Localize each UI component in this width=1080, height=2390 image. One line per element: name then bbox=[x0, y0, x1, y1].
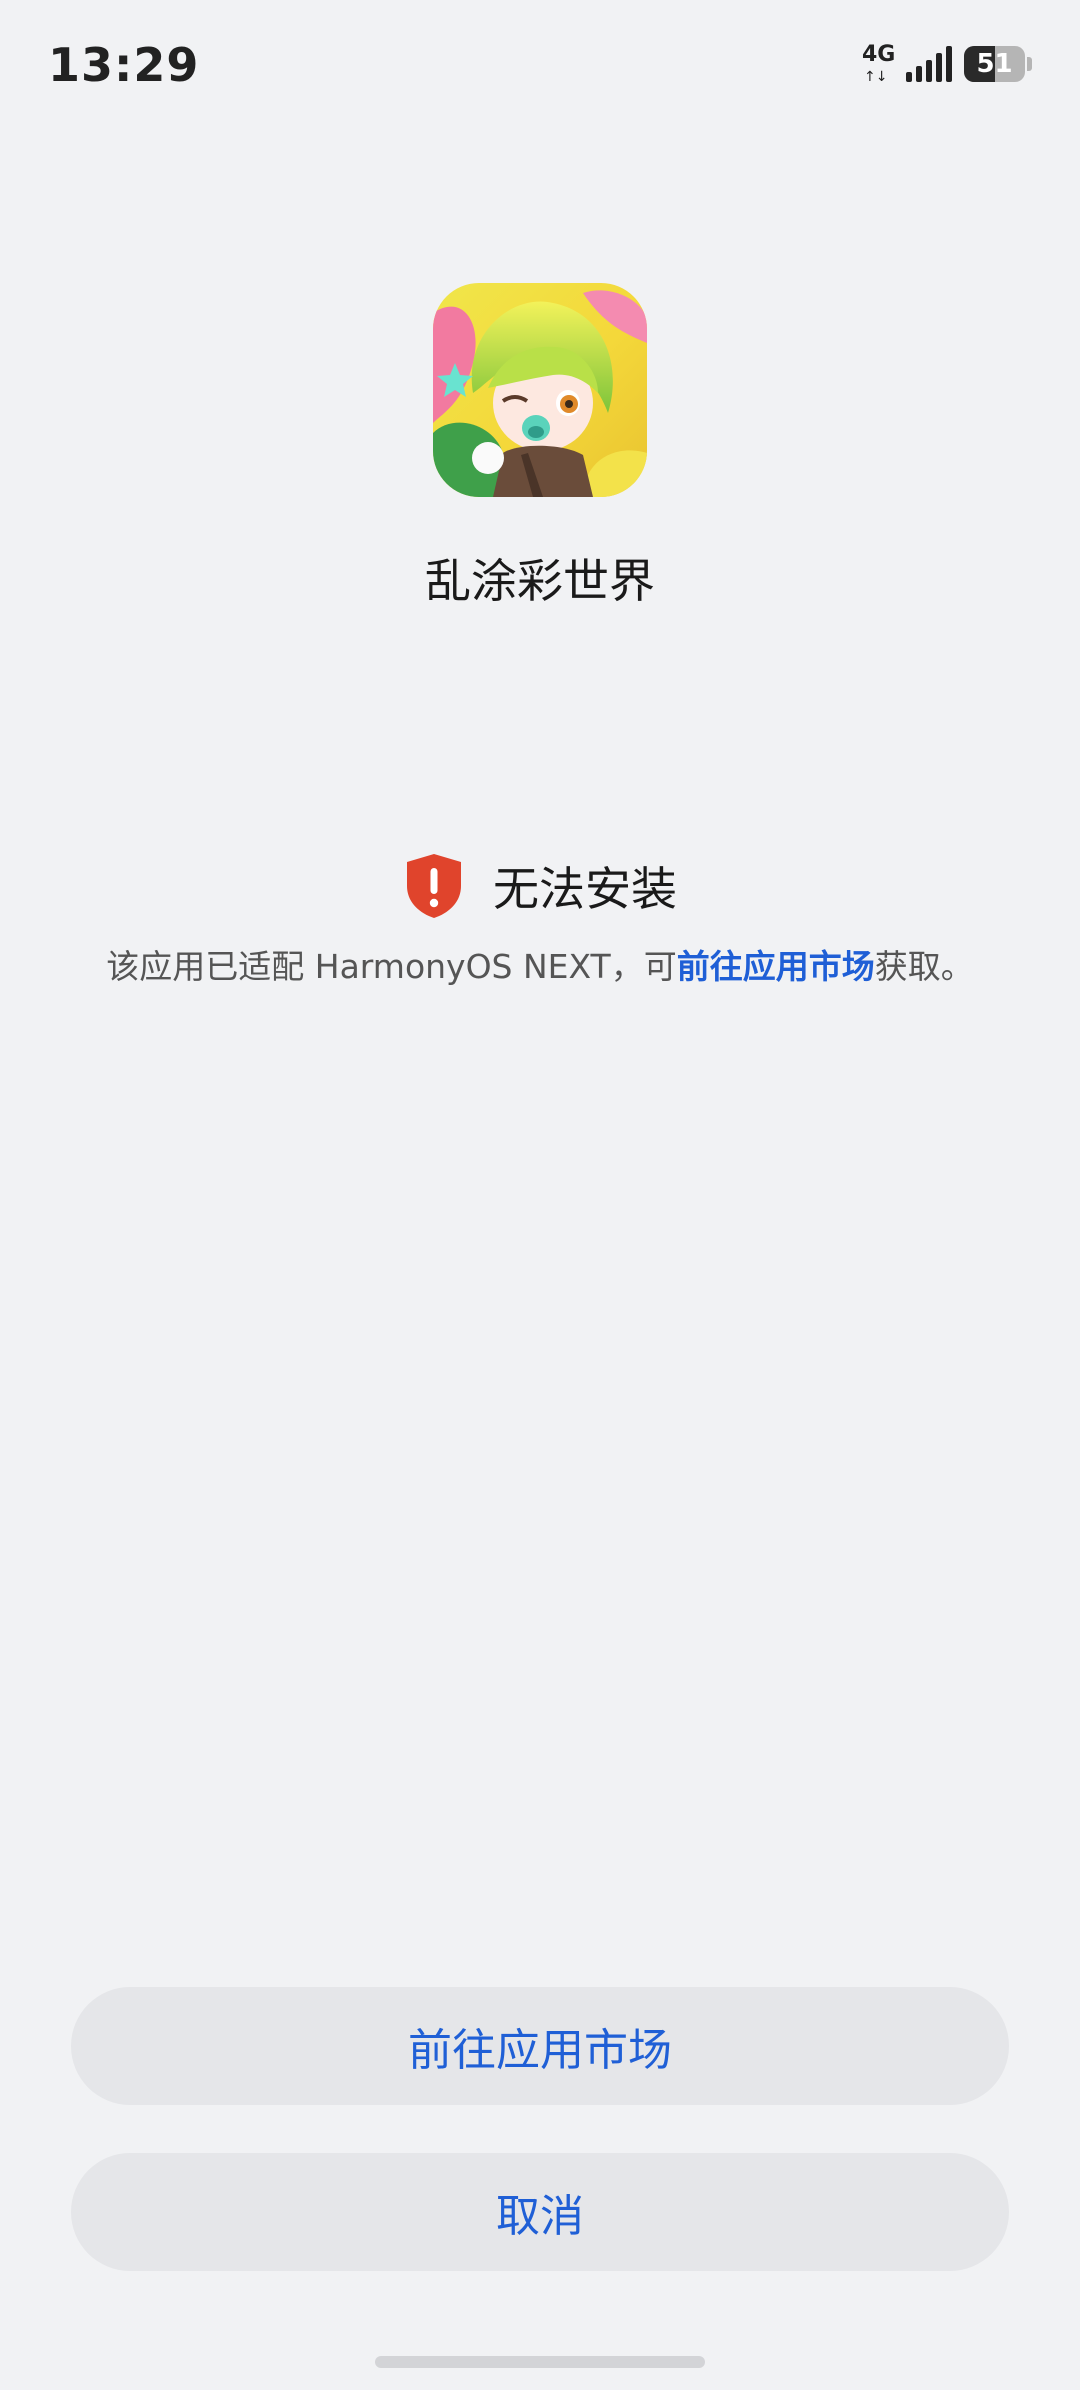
signal-strength-icon bbox=[906, 46, 952, 82]
go-market-button[interactable]: 前往应用市场 bbox=[71, 1987, 1009, 2105]
battery-icon: 51 bbox=[964, 46, 1032, 82]
error-description: 该应用已适配 HarmonyOS NEXT，可前往应用市场获取。 bbox=[0, 940, 1080, 988]
signal-bar bbox=[936, 53, 942, 82]
error-title-row: 无法安装 bbox=[0, 852, 1080, 920]
app-icon bbox=[433, 283, 647, 497]
error-desc-prefix: 该应用已适配 HarmonyOS NEXT，可 bbox=[106, 947, 677, 986]
signal-bar bbox=[926, 60, 932, 82]
error-title: 无法安装 bbox=[493, 862, 677, 916]
status-bar: 13:29 4G ↑↓ 51 bbox=[0, 0, 1080, 130]
shield-warning-icon bbox=[407, 854, 461, 918]
network-4g-icon: 4G ↑↓ bbox=[862, 42, 896, 85]
network-type-label: 4G bbox=[862, 42, 896, 67]
battery-level: 51 bbox=[976, 49, 1013, 79]
go-market-link[interactable]: 前往应用市场 bbox=[677, 947, 875, 986]
home-indicator[interactable] bbox=[375, 2356, 705, 2368]
cancel-button[interactable]: 取消 bbox=[71, 2153, 1009, 2271]
signal-bar bbox=[946, 46, 952, 82]
error-desc-suffix: 获取。 bbox=[874, 947, 974, 986]
status-icons: 4G ↑↓ 51 bbox=[862, 44, 1032, 84]
signal-bar bbox=[916, 66, 922, 82]
app-name: 乱涂彩世界 bbox=[425, 554, 655, 608]
signal-bar bbox=[906, 72, 912, 82]
network-activity-arrows: ↑↓ bbox=[864, 69, 888, 85]
status-time: 13:29 bbox=[48, 38, 200, 92]
